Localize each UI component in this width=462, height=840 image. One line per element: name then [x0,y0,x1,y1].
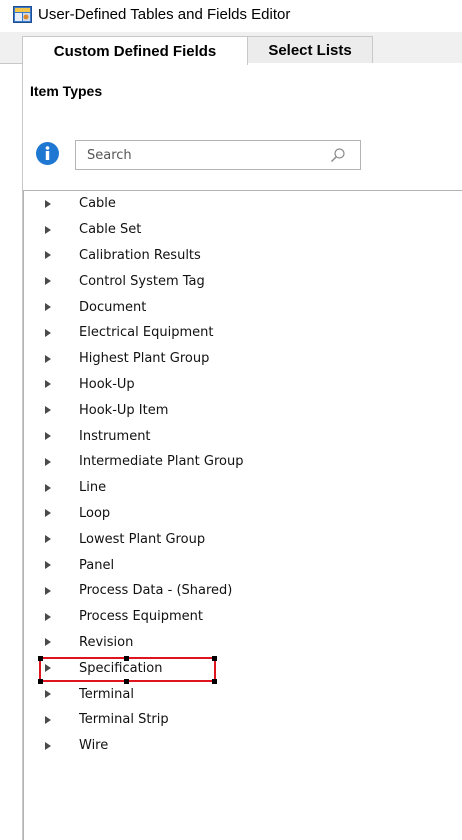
expand-arrow-icon[interactable] [45,715,51,724]
tree-item[interactable]: Specification [24,655,462,685]
tree-item[interactable]: Loop [24,501,462,527]
expand-arrow-icon[interactable] [45,664,51,673]
tree-item[interactable]: Terminal [24,681,462,707]
tree-item-label: Wire [79,738,109,754]
tree-item-label: Highest Plant Group [79,351,210,367]
item-types-tree: Cable Cable Set Calibration Results Control… [23,190,462,840]
tree-item[interactable]: Process Equipment [24,604,462,630]
tree-item[interactable]: Lowest Plant Group [24,526,462,552]
tree-item-label: Process Equipment [79,609,204,625]
tree-item-label: Process Data - (Shared) [79,583,233,599]
tree-item-label: Cable Set [79,222,142,238]
tree-item[interactable]: Cable [24,191,462,217]
tree-item-label: Document [79,299,147,315]
expand-arrow-icon[interactable] [45,509,51,518]
expand-arrow-icon[interactable] [45,561,51,570]
tree-item[interactable]: Calibration Results [24,243,462,269]
tab-strip: Custom Defined Fields Select Lists [0,32,462,65]
expand-arrow-icon[interactable] [45,586,51,595]
info-icon[interactable] [36,142,59,165]
tree-item-label: Hook-Up Item [79,402,169,418]
expand-arrow-icon[interactable] [45,199,51,208]
tree-item-label: Intermediate Plant Group [79,454,244,470]
search-box[interactable] [75,140,361,170]
expand-arrow-icon[interactable] [45,380,51,389]
tab-custom-defined-fields[interactable]: Custom Defined Fields [22,36,248,65]
resize-handle [37,655,43,661]
window-title: User-Defined Tables and Fields Editor [38,5,291,23]
expand-arrow-icon[interactable] [45,277,51,286]
tree-item[interactable]: Cable Set [24,217,462,243]
search-input[interactable] [85,146,309,164]
tree-item[interactable]: Panel [24,552,462,578]
tree-item[interactable]: Instrument [24,423,462,449]
tree-item-label: Loop [79,505,111,521]
tree-item[interactable]: Highest Plant Group [24,346,462,372]
tree-item[interactable]: Process Data - (Shared) [24,578,462,604]
expand-arrow-icon[interactable] [45,741,51,750]
expand-arrow-icon[interactable] [45,303,51,312]
app-icon [13,5,32,23]
tree-item[interactable]: Revision [24,630,462,656]
tree-item[interactable]: Terminal Strip [24,707,462,733]
expand-arrow-icon[interactable] [45,251,51,260]
expand-arrow-icon[interactable] [45,406,51,415]
tree-item-label: Control System Tag [79,273,205,289]
tree-item[interactable]: Hook-Up [24,372,462,398]
tree-item-label: Cable [79,196,116,212]
expand-arrow-icon[interactable] [45,432,51,441]
expand-arrow-icon[interactable] [45,483,51,492]
tree-item[interactable]: Line [24,475,462,501]
tree-item[interactable]: Hook-Up Item [24,397,462,423]
tree-item-label: Line [79,480,107,496]
tree-item[interactable]: Electrical Equipment [24,320,462,346]
search-icon[interactable] [330,147,346,163]
section-label-item-types: Item Types [30,83,103,99]
tree-item-label: Calibration Results [79,247,201,263]
expand-arrow-icon[interactable] [45,535,51,544]
custom-fields-panel: Item Types Cable Cable Set Calibration Res… [22,63,462,840]
tab-strip-filler [372,36,462,64]
expand-arrow-icon[interactable] [45,457,51,466]
expand-arrow-icon[interactable] [45,638,51,647]
tree-item-label: Hook-Up [79,376,135,392]
expand-arrow-icon[interactable] [45,612,51,621]
tree-item-label: Terminal [79,686,134,702]
tree-item-label: Lowest Plant Group [79,531,206,547]
title-bar: User-Defined Tables and Fields Editor [0,0,462,28]
tree-item-label: Terminal Strip [79,712,169,728]
tree-item-label: Specification [79,660,163,676]
expand-arrow-icon[interactable] [45,225,51,234]
tree-item-label: Panel [79,557,115,573]
expand-arrow-icon[interactable] [45,328,51,337]
tree-item-label: Electrical Equipment [79,325,214,341]
expand-arrow-icon[interactable] [45,354,51,363]
tree-item[interactable]: Document [24,294,462,320]
resize-handle [212,655,217,661]
expand-arrow-icon[interactable] [45,690,51,699]
tree-item[interactable]: Intermediate Plant Group [24,449,462,475]
tree-item[interactable]: Wire [24,733,462,759]
tab-select-lists[interactable]: Select Lists [247,36,373,64]
tree-item[interactable]: Control System Tag [24,268,462,294]
tree-item-label: Revision [79,634,134,650]
tree-item-label: Instrument [79,428,151,444]
